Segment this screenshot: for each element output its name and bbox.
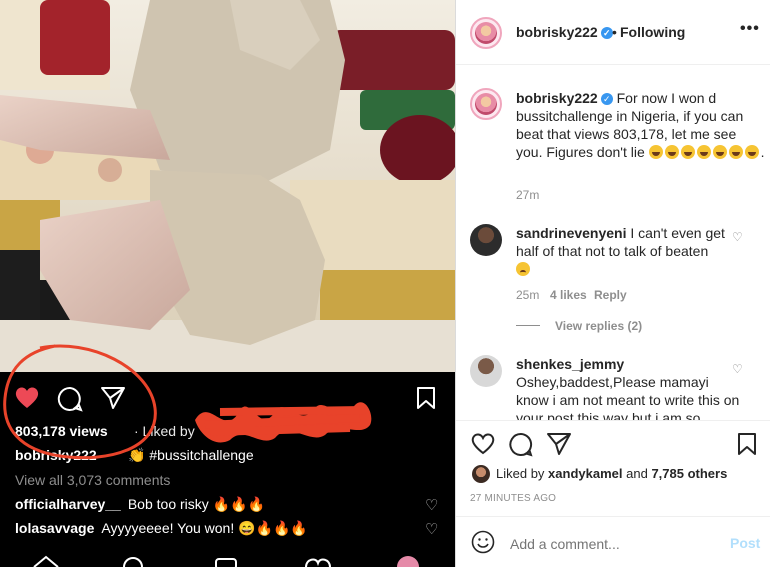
caption-username[interactable]: bobrisky222 bbox=[516, 90, 598, 106]
post-timestamp[interactable]: 27 MINUTES AGO bbox=[470, 493, 556, 504]
like-icon[interactable] bbox=[470, 432, 496, 456]
laughing-emoji-icon bbox=[664, 145, 679, 159]
caption-username[interactable]: bobrisky222 bbox=[15, 447, 97, 463]
comment: sandrinevenyeni I can't even get half of… bbox=[516, 224, 741, 278]
comment-likes[interactable]: 4 likes bbox=[550, 288, 587, 302]
laughing-emoji-icon bbox=[712, 145, 727, 159]
heart-outline-icon[interactable]: ♡ bbox=[732, 362, 743, 376]
heart-outline-icon[interactable]: ♡ bbox=[425, 520, 438, 538]
post-photo[interactable] bbox=[0, 0, 455, 372]
separator-dot: • bbox=[612, 24, 617, 40]
liked-by-row: Liked by xandykamel and 7,785 others bbox=[496, 465, 727, 483]
likes-count[interactable]: 7,785 others bbox=[651, 466, 727, 481]
comment-username[interactable]: lolasavvage bbox=[15, 520, 94, 536]
comment-text: Oshey,baddest,Please mamayi know i am no… bbox=[516, 374, 740, 420]
heart-outline-icon[interactable]: ♡ bbox=[425, 496, 438, 514]
more-options-icon[interactable]: ••• bbox=[740, 20, 760, 38]
heart-filled-icon[interactable] bbox=[14, 386, 40, 410]
reply-button[interactable]: Reply bbox=[594, 288, 627, 302]
avatar[interactable] bbox=[470, 224, 502, 256]
laughing-emoji-icon bbox=[648, 145, 663, 159]
liked-by-text: · Liked by bbox=[134, 423, 195, 439]
comment-text: Ayyyyeeee! You won! 😄🔥🔥🔥 bbox=[101, 520, 308, 536]
comment-username[interactable]: sandrinevenyeni bbox=[516, 225, 627, 241]
comment-time[interactable]: 25m bbox=[516, 288, 539, 302]
laughing-emoji-icon bbox=[728, 145, 743, 159]
list-item: lolasavvage Ayyyyeeee! You won! 😄🔥🔥🔥 bbox=[15, 520, 308, 537]
comment: shenkes_jemmy Oshey,baddest,Please mamay… bbox=[516, 355, 741, 420]
verified-badge-icon: ✓ bbox=[600, 93, 613, 105]
liked-by-and: and bbox=[626, 466, 648, 481]
avatar[interactable] bbox=[472, 465, 490, 483]
post-button[interactable]: Post bbox=[730, 535, 760, 551]
avatar[interactable] bbox=[470, 88, 502, 120]
following-button[interactable]: Following bbox=[620, 24, 685, 40]
laughing-emoji-icon bbox=[744, 145, 759, 159]
emoji-icon[interactable] bbox=[471, 530, 495, 554]
post-sidebar: bobrisky222 ✓ • Following ••• bobrisky222… bbox=[455, 0, 770, 567]
comment-username[interactable]: shenkes_jemmy bbox=[516, 356, 624, 372]
laughing-emoji-icon bbox=[680, 145, 695, 159]
comment-input[interactable] bbox=[508, 535, 712, 553]
comment-box: Post bbox=[456, 516, 770, 568]
bookmark-icon[interactable] bbox=[415, 386, 437, 410]
view-replies-link[interactable]: View replies (2) bbox=[555, 319, 642, 333]
comment-text: Bob too risky 🔥🔥🔥 bbox=[127, 496, 265, 512]
caption-timestamp[interactable]: 27m bbox=[516, 188, 539, 202]
avatar[interactable] bbox=[470, 355, 502, 387]
share-icon[interactable] bbox=[546, 432, 572, 456]
comment-icon[interactable] bbox=[57, 386, 83, 412]
verified-badge-icon: ✓ bbox=[600, 27, 613, 39]
sad-emoji-icon bbox=[516, 262, 530, 276]
post-header: bobrisky222 ✓ • Following ••• bbox=[456, 0, 770, 65]
bottom-nav bbox=[33, 555, 419, 567]
caption: bobrisky222 ✓ For now I won d bussitchall… bbox=[516, 89, 766, 161]
comment-username[interactable]: officialharvey__ bbox=[15, 496, 121, 512]
liked-by-label: Liked by bbox=[496, 466, 545, 481]
media-panel[interactable]: 803,178 views · Liked by bobrisky222 👏 #… bbox=[0, 0, 455, 567]
media-overlay: 803,178 views · Liked by bobrisky222 👏 #… bbox=[0, 372, 455, 567]
views-count[interactable]: 803,178 views bbox=[15, 423, 108, 439]
header-username[interactable]: bobrisky222 ✓ bbox=[516, 24, 613, 40]
laughing-emoji-icon bbox=[696, 145, 711, 159]
share-icon[interactable] bbox=[100, 386, 126, 410]
divider bbox=[516, 325, 540, 326]
liked-by-user[interactable]: xandykamel bbox=[548, 466, 622, 481]
caption-text: 👏 #bussitchallenge bbox=[128, 447, 254, 463]
heart-outline-icon[interactable]: ♡ bbox=[732, 230, 743, 244]
bookmark-icon[interactable] bbox=[736, 432, 758, 456]
comment-icon[interactable] bbox=[508, 432, 534, 458]
list-item: officialharvey__ Bob too risky 🔥🔥🔥 bbox=[15, 496, 265, 513]
caption-end: . bbox=[760, 144, 765, 160]
avatar[interactable] bbox=[470, 17, 502, 49]
view-all-comments-link[interactable]: View all 3,073 comments bbox=[15, 472, 170, 488]
